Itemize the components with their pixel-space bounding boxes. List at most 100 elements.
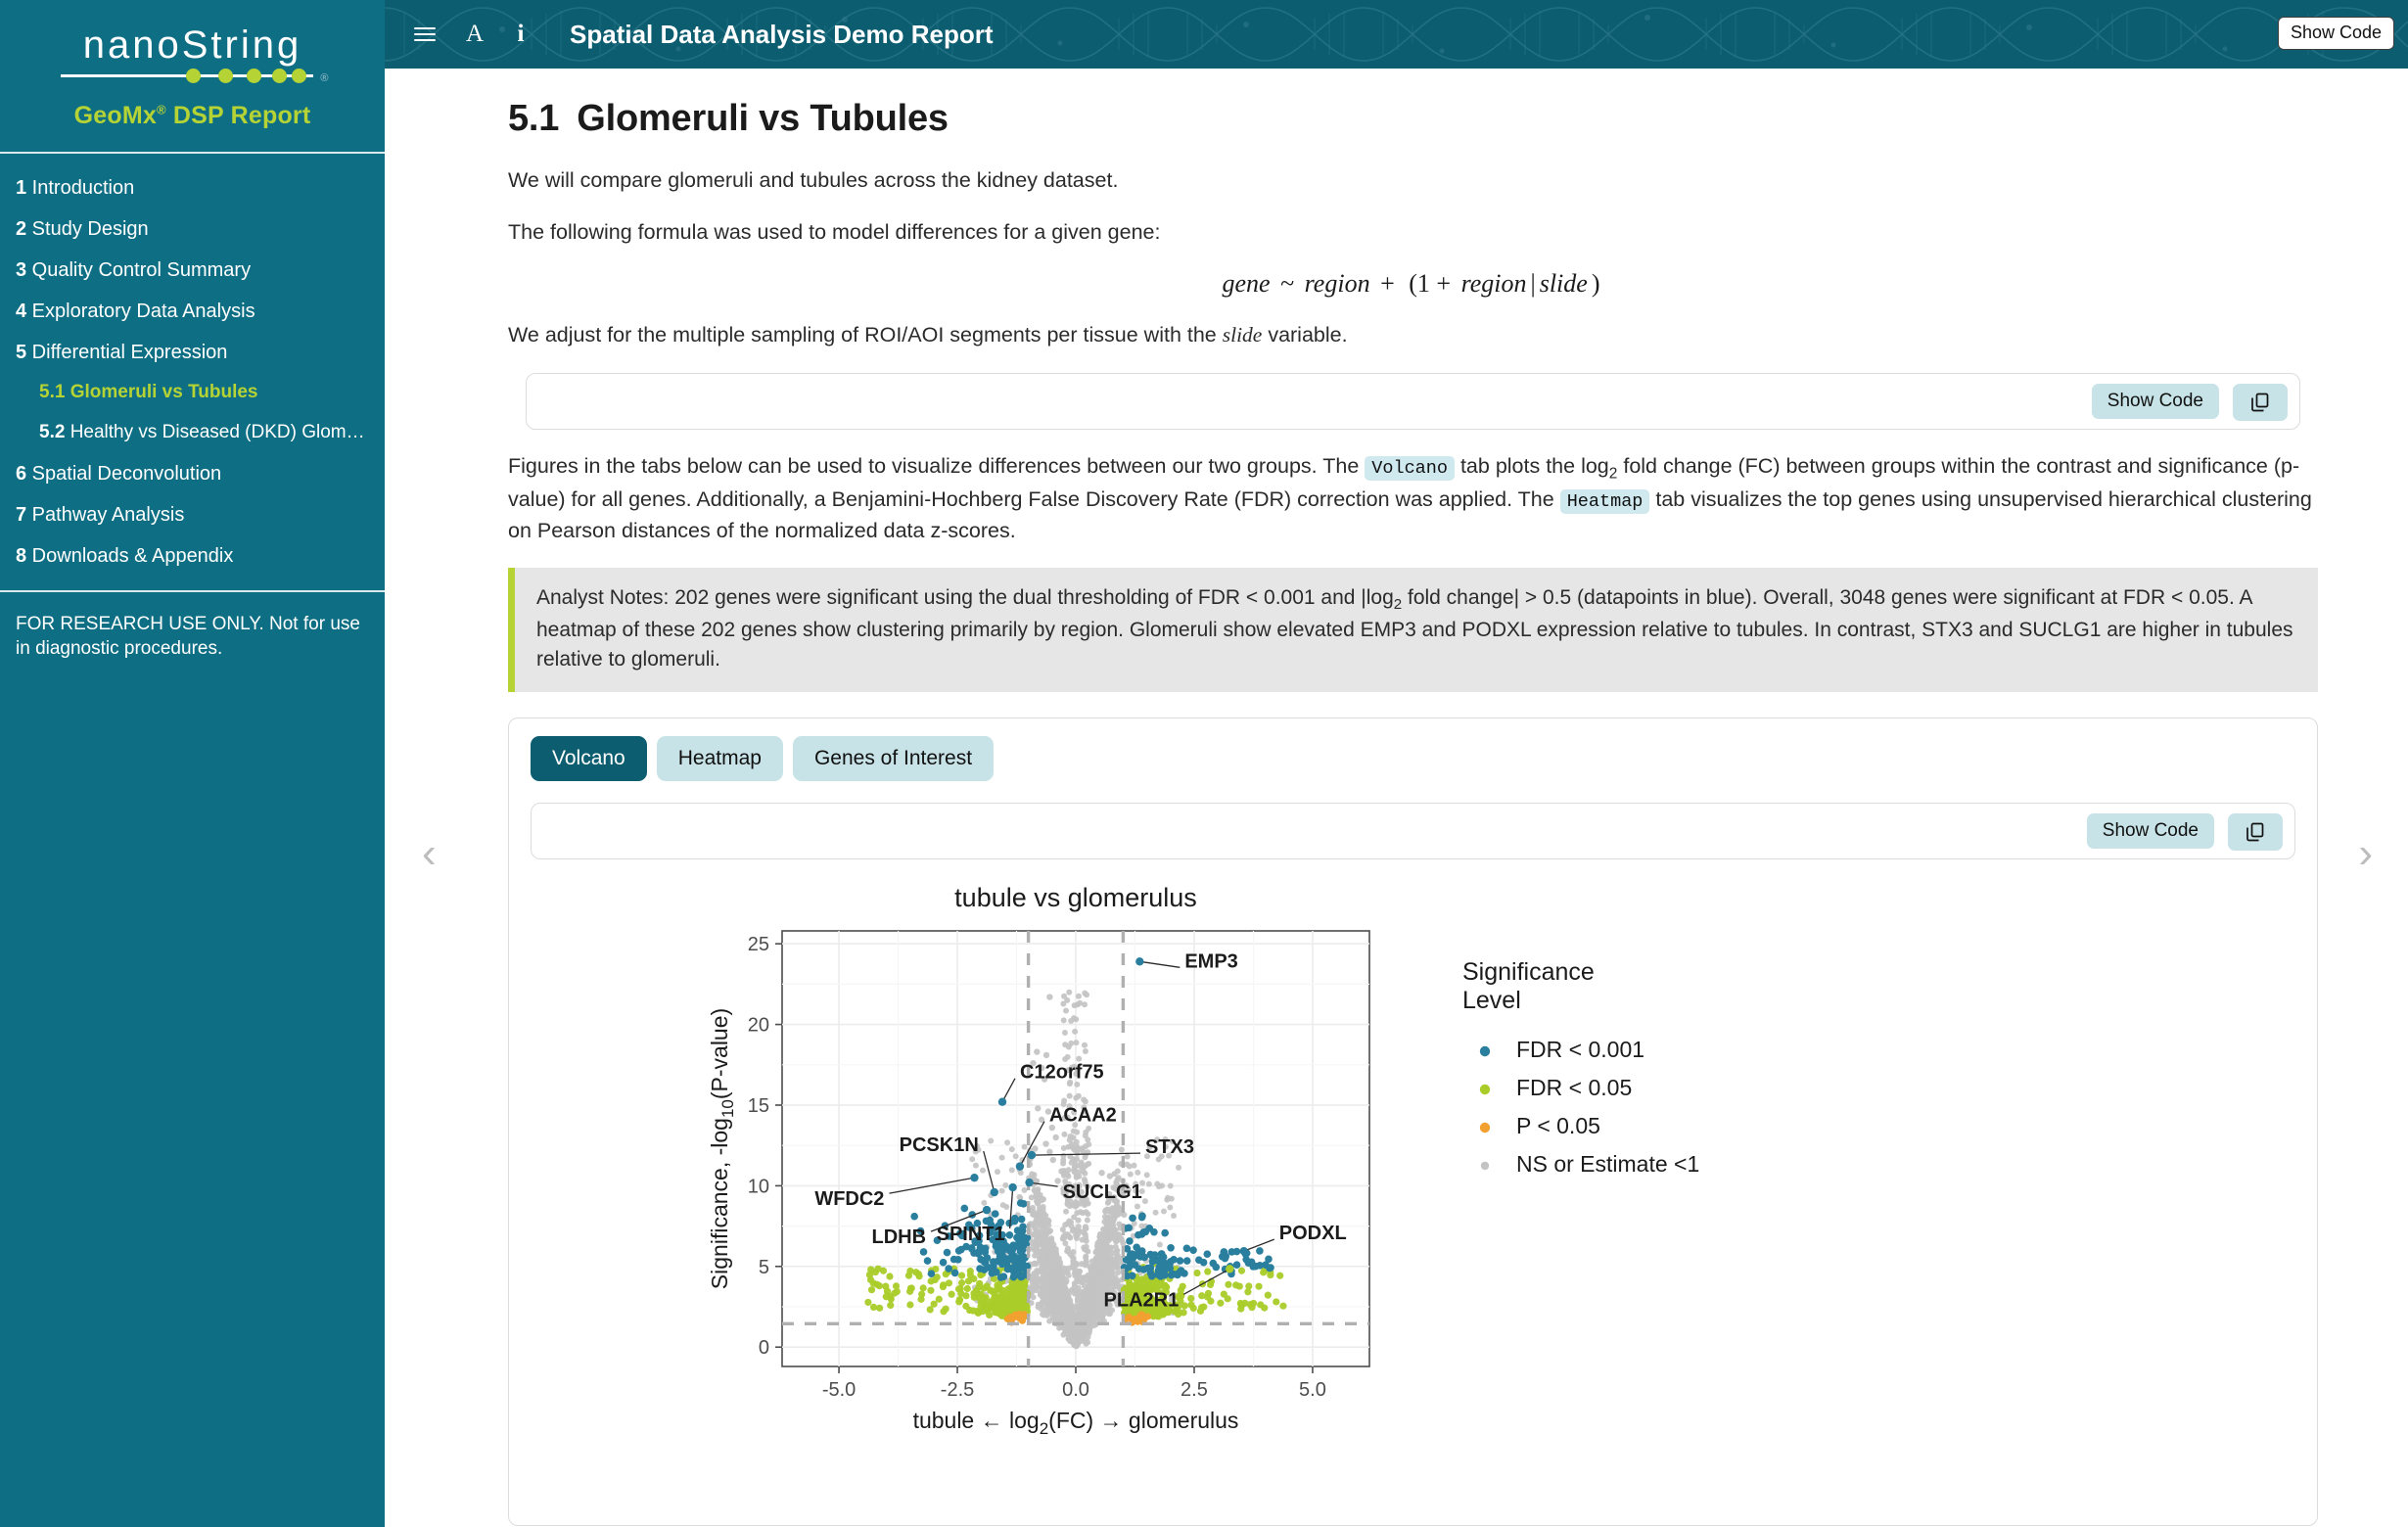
x-tick-label: -5.0 [821, 1379, 855, 1401]
code-block-2: Show Code [531, 803, 2295, 859]
sidebar-divider-bottom [0, 590, 385, 592]
x-tick-label: 5.0 [1299, 1379, 1326, 1401]
sidebar-item-number: 2 [16, 218, 26, 240]
figure-tab-panel: VolcanoHeatmapGenes of Interest Show Cod… [508, 717, 2318, 1526]
legend-swatch-1 [1479, 1084, 1489, 1093]
sidebar-item-pathway-analysis[interactable]: 7 Pathway Analysis [0, 494, 385, 535]
copy-icon [2248, 391, 2272, 414]
formula-open: (1 + [1405, 269, 1455, 298]
para3-slide-italic: slide [1223, 323, 1263, 347]
sidebar-item-number: 7 [16, 504, 26, 526]
formula-region2: region [1461, 269, 1527, 298]
intro-paragraph-2: The following formula was used to model … [508, 217, 2318, 248]
legend-label-3: NS or Estimate <1 [1516, 1151, 1699, 1177]
sidebar-divider-top [0, 152, 385, 154]
prev-page-chevron-icon[interactable]: ‹ [422, 832, 437, 875]
sidebar-item-downloads-appendix[interactable]: 8 Downloads & Appendix [0, 535, 385, 577]
report-title-rest: DSP Report [166, 102, 311, 129]
legend-label-1: FDR < 0.05 [1516, 1075, 1632, 1100]
gene-label-SPINT1: SPINT1 [936, 1224, 1004, 1245]
tab-volcano[interactable]: Volcano [531, 736, 647, 781]
sidebar-item-label: Spatial Deconvolution [26, 463, 221, 485]
legend-swatch-0 [1479, 1045, 1489, 1055]
sidebar-item-number: 1 [16, 177, 26, 199]
nanostring-logo[interactable]: nanoString ® [61, 25, 325, 84]
sidebar-item-label: Downloads & Appendix [26, 545, 233, 567]
sidebar-item-label: Differential Expression [26, 342, 227, 363]
sidebar-item-spatial-deconvolution[interactable]: 6 Spatial Deconvolution [0, 453, 385, 494]
formula-plus: + [1376, 269, 1399, 298]
legend-label-0: FDR < 0.001 [1516, 1037, 1644, 1062]
y-tick-label: 20 [747, 1014, 768, 1036]
sidebar-item-introduction[interactable]: 1 Introduction [0, 167, 385, 208]
gene-label-PLA2R1: PLA2R1 [1103, 1289, 1179, 1311]
intro-paragraph-3: We adjust for the multiple sampling of R… [508, 320, 2318, 350]
sidebar-item-number: 4 [16, 301, 26, 322]
sidebar-item-label: Glomeruli vs Tubules [65, 382, 257, 402]
chart-legend: SignificanceLevelFDR < 0.001FDR < 0.05P … [1462, 958, 1699, 1177]
sidebar-item-healthy-vs-diseased-dkd-glom[interactable]: 5.2 Healthy vs Diseased (DKD) Glom… [0, 413, 385, 453]
tab-genes-of-interest[interactable]: Genes of Interest [793, 736, 994, 781]
sidebar-item-glomeruli-vs-tubules[interactable]: 5.1 Glomeruli vs Tubules [0, 373, 385, 413]
tab-heatmap[interactable]: Heatmap [657, 736, 783, 781]
menu-icon[interactable] [399, 0, 450, 69]
gene-label-EMP3: EMP3 [1184, 950, 1237, 972]
sidebar-item-label: Healthy vs Diseased (DKD) Glom… [65, 422, 364, 442]
tab-list: VolcanoHeatmapGenes of Interest [531, 736, 2295, 781]
gene-label-SUCLG1: SUCLG1 [1062, 1181, 1141, 1203]
logo-wordmark: nanoString [61, 25, 325, 65]
font-size-icon[interactable]: A [450, 0, 499, 69]
sidebar-item-label: Introduction [26, 177, 134, 199]
content-scroll-area[interactable]: 5.1Glomeruli vs Tubules We will compare … [385, 69, 2408, 1527]
sidebar-item-quality-control-summary[interactable]: 3 Quality Control Summary [0, 250, 385, 291]
note-subscript: 2 [1394, 596, 1402, 613]
legend-swatch-3 [1480, 1161, 1488, 1169]
volcano-plot-container[interactable]: tubule vs glomerulusEMP3C12orf75ACAA2STX… [531, 877, 2295, 1504]
chart-title: tubule vs glomerulus [954, 883, 1197, 912]
page-title: Spatial Data Analysis Demo Report [570, 20, 994, 50]
sidebar-item-number: 5.2 [39, 422, 65, 442]
legend-label-2: P < 0.05 [1516, 1113, 1600, 1138]
sidebar-item-number: 6 [16, 463, 26, 485]
report-title-main: GeoMx [74, 102, 157, 129]
sidebar-item-exploratory-data-analysis[interactable]: 4 Exploratory Data Analysis [0, 291, 385, 332]
global-show-code-button[interactable]: Show Code [2278, 17, 2394, 50]
sidebar-item-number: 8 [16, 545, 26, 567]
volcano-plot[interactable]: tubule vs glomerulusEMP3C12orf75ACAA2STX… [650, 877, 2177, 1484]
y-axis-label: Significance, -log10(P-value) [707, 1007, 737, 1288]
sidebar-item-differential-expression[interactable]: 5 Differential Expression [0, 332, 385, 373]
y-tick-label: 0 [758, 1337, 768, 1359]
formula-pipe: | [1527, 269, 1540, 298]
model-formula: gene ~ region + (1 + region|slide) [508, 269, 2318, 299]
inline-code-heatmap: Heatmap [1560, 489, 1650, 514]
show-code-button[interactable]: Show Code [2092, 384, 2219, 419]
gene-label-PCSK1N: PCSK1N [899, 1134, 978, 1156]
tabs-explanation-paragraph: Figures in the tabs below can be used to… [508, 451, 2318, 547]
sidebar-nav: 1 Introduction2 Study Design3 Quality Co… [0, 154, 385, 577]
sidebar: nanoString ® GeoMx ® DSP Report 1 Introdu… [0, 0, 385, 1527]
info-icon[interactable]: i [499, 0, 542, 69]
sidebar-item-number: 5 [16, 342, 26, 363]
code-block-1: Show Code [526, 373, 2300, 430]
sidebar-item-label: Exploratory Data Analysis [26, 301, 255, 322]
registered-mark: ® [320, 72, 328, 84]
sidebar-item-study-design[interactable]: 2 Study Design [0, 208, 385, 250]
formula-tilde: ~ [1276, 269, 1298, 298]
research-use-disclaimer: FOR RESEARCH USE ONLY. Not for use in di… [0, 592, 385, 662]
top-bar: A i Spatial Data Analysis Demo Report Sh… [385, 0, 2408, 69]
brand-block: nanoString ® GeoMx ® DSP Report [0, 0, 385, 130]
sidebar-item-number: 3 [16, 259, 26, 281]
show-code-button[interactable]: Show Code [2087, 813, 2214, 849]
analyst-notes-callout: Analyst Notes: 202 genes were significan… [508, 568, 2318, 691]
copy-icon-button[interactable] [2233, 384, 2288, 421]
copy-icon-button[interactable] [2228, 813, 2283, 851]
gene-label-ACAA2: ACAA2 [1048, 1104, 1116, 1126]
para3-part-a: We adjust for the multiple sampling of R… [508, 323, 1223, 347]
page-heading: 5.1Glomeruli vs Tubules [508, 98, 2318, 140]
main-area: A i Spatial Data Analysis Demo Report Sh… [385, 0, 2408, 1527]
para3-part-b: variable. [1262, 323, 1347, 347]
logo-underline-dots: ® [61, 69, 325, 84]
next-page-chevron-icon[interactable]: › [2358, 832, 2373, 875]
x-axis-label: tubule ← log2(FC) → glomerulus [912, 1408, 1238, 1438]
section-number: 5.1 [508, 98, 559, 139]
